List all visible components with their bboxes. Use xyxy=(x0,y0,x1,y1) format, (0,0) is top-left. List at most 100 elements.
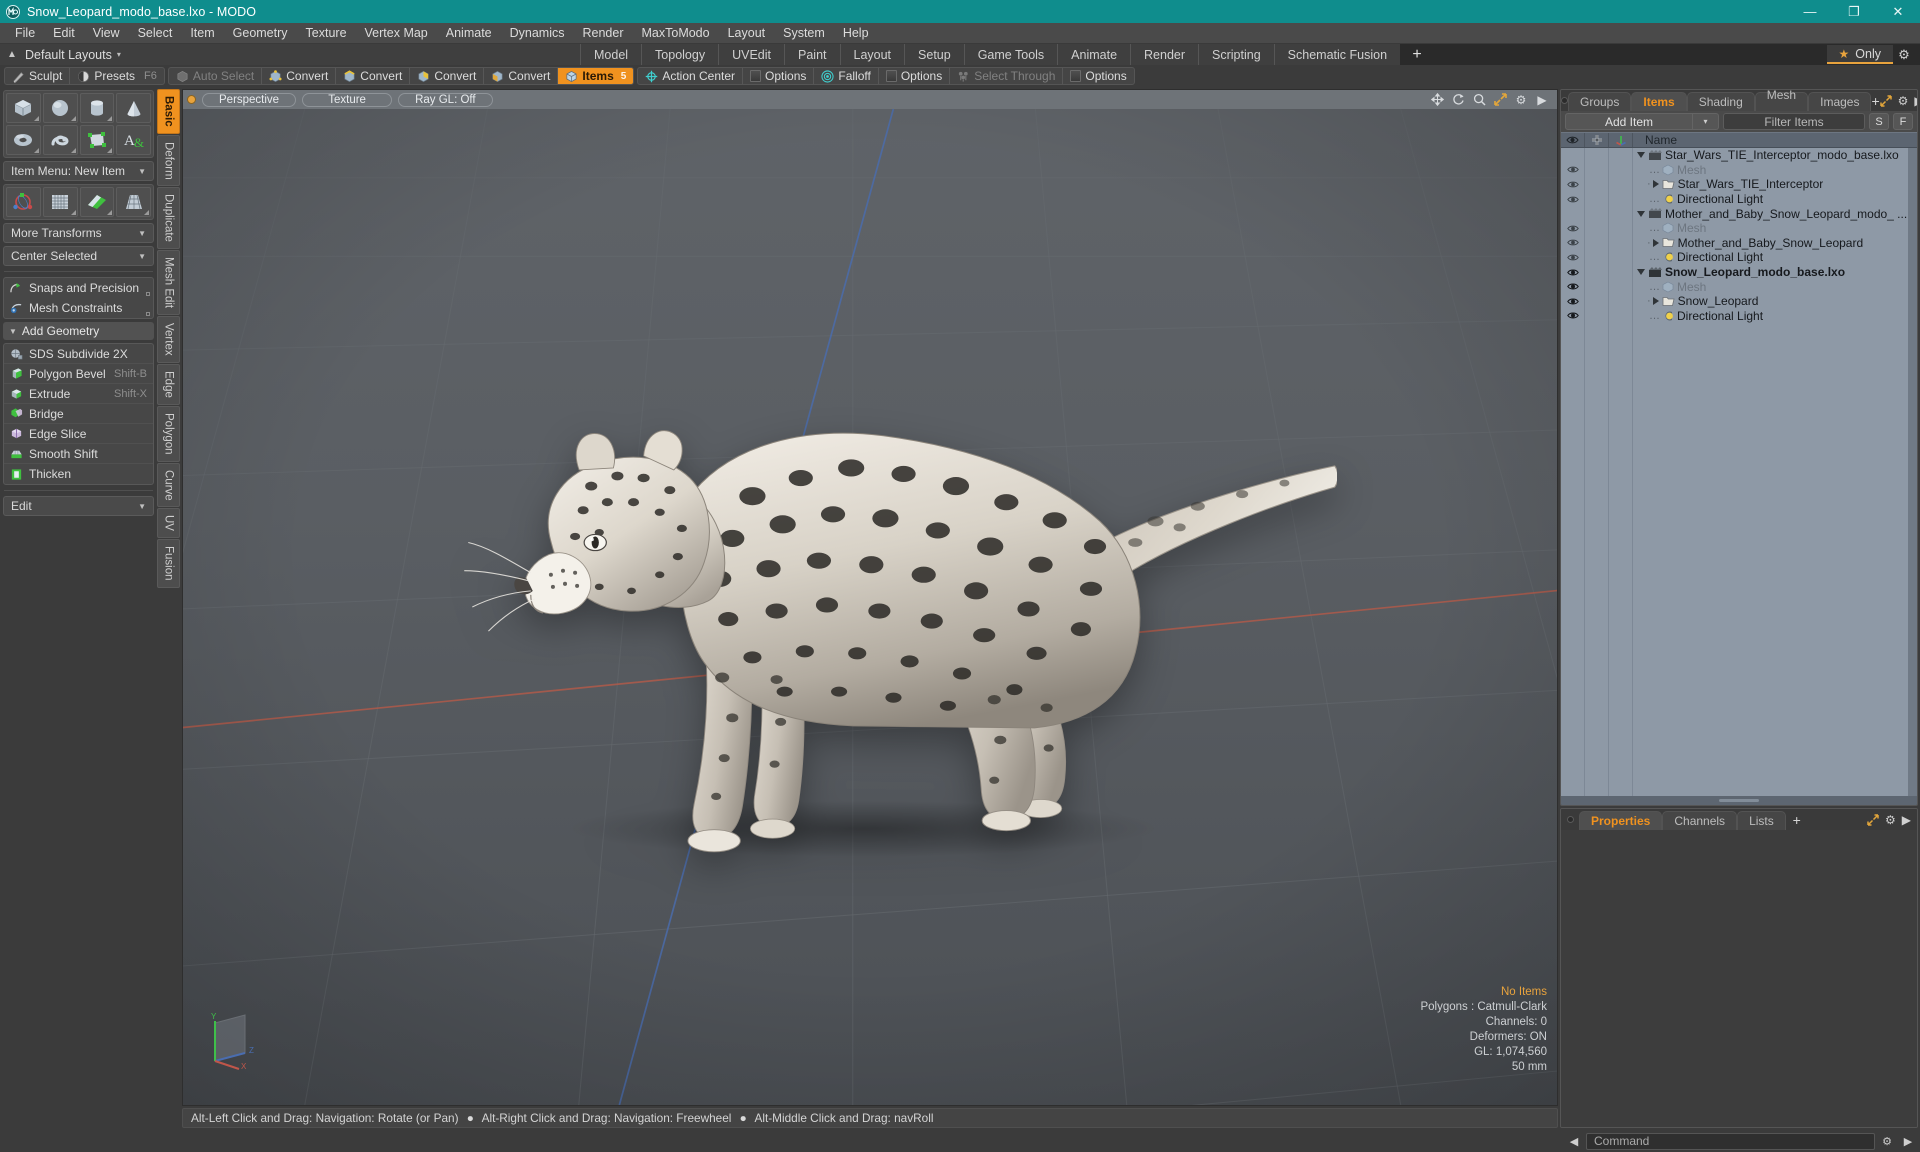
column-axis-icon[interactable] xyxy=(1609,133,1633,147)
menu-render[interactable]: Render xyxy=(574,23,633,43)
smooth-shift-button[interactable]: Smooth Shift xyxy=(4,444,153,464)
vtab-curve[interactable]: Curve xyxy=(157,462,180,508)
gear-icon[interactable]: ⚙ xyxy=(1885,813,1896,827)
table-row[interactable]: … Mesh xyxy=(1561,163,1917,178)
tab-layout[interactable]: Layout xyxy=(839,44,905,65)
add-layout-tab-button[interactable]: + xyxy=(1400,44,1435,65)
chevron-right-icon[interactable]: ▶ xyxy=(1535,93,1549,107)
table-row[interactable]: … Mesh xyxy=(1561,279,1917,294)
vtab-polygon[interactable]: Polygon xyxy=(157,405,180,462)
bend-tool[interactable] xyxy=(42,187,78,217)
expand-icon[interactable] xyxy=(1879,94,1892,107)
items-mode-button[interactable]: Items 5 xyxy=(558,68,634,84)
tab-properties[interactable]: Properties xyxy=(1579,811,1663,830)
layout-up-arrow-icon[interactable]: ▲ xyxy=(5,48,19,62)
options-marker[interactable] xyxy=(146,292,150,296)
tab-images[interactable]: Images xyxy=(1808,92,1872,111)
vtab-vertex[interactable]: Vertex xyxy=(157,316,180,364)
thicken-button[interactable]: Thicken xyxy=(4,464,153,484)
move-icon[interactable] xyxy=(1430,93,1444,107)
more-transforms-dropdown[interactable]: More Transforms ▼ xyxy=(3,223,154,243)
table-row[interactable]: Mother_and_Baby_Snow_Leopard_modo_ ... xyxy=(1561,206,1917,221)
sds-subdivide-button[interactable]: SDS Subdivide 2X xyxy=(4,344,153,364)
falloff-button[interactable]: Falloff xyxy=(814,68,879,84)
shading-mode-dropdown[interactable]: Texture xyxy=(302,92,393,107)
filter-items-input[interactable]: Filter Items xyxy=(1723,113,1865,130)
mesh-constraints-button[interactable]: Mesh Constraints xyxy=(4,298,153,318)
column-visibility-icon[interactable] xyxy=(1561,133,1585,147)
gear-icon[interactable]: ⚙ xyxy=(1514,93,1528,107)
tab-topology[interactable]: Topology xyxy=(641,44,719,65)
menu-view[interactable]: View xyxy=(84,23,129,43)
only-toggle-button[interactable]: ★ Only xyxy=(1826,45,1893,64)
default-layouts-dropdown[interactable]: Default Layouts ▾ xyxy=(19,48,127,62)
tab-game-tools[interactable]: Game Tools xyxy=(963,44,1058,65)
action-center-button[interactable]: Action Center xyxy=(638,68,744,84)
cube-tool[interactable] xyxy=(6,93,41,123)
extrude-button[interactable]: Extrude Shift-X xyxy=(4,384,153,404)
gear-icon[interactable]: ⚙ xyxy=(1898,94,1909,108)
table-row[interactable]: Snow_Leopard_modo_base.lxo xyxy=(1561,265,1917,280)
rotate-icon[interactable] xyxy=(1451,93,1465,107)
expand-icon[interactable] xyxy=(1867,813,1879,826)
tab-groups[interactable]: Groups xyxy=(1568,92,1632,111)
tab-lists[interactable]: Lists xyxy=(1737,811,1786,830)
menu-item[interactable]: Item xyxy=(181,23,223,43)
action-center-options-button[interactable]: Options xyxy=(743,68,815,84)
chevron-right-icon[interactable] xyxy=(1652,180,1659,189)
vtab-basic[interactable]: Basic xyxy=(157,89,180,134)
add-geometry-header[interactable]: ▼ Add Geometry xyxy=(3,322,154,340)
bridge-button[interactable]: Bridge xyxy=(4,404,153,424)
chevron-left-icon[interactable]: ◀ xyxy=(1565,1133,1583,1150)
table-row[interactable]: … Directional Light xyxy=(1561,309,1917,324)
tab-paint[interactable]: Paint xyxy=(784,44,840,65)
maximize-button[interactable]: ❐ xyxy=(1832,0,1876,23)
select-through-button[interactable]: Select Through xyxy=(950,68,1064,84)
table-row[interactable]: … Directional Light xyxy=(1561,192,1917,207)
viewport-canvas[interactable]: No Items Polygons : Catmull-Clark Channe… xyxy=(183,109,1557,1105)
chevron-down-icon[interactable] xyxy=(1637,210,1645,217)
falloff-options-button[interactable]: Options xyxy=(879,68,951,84)
polygon-bevel-button[interactable]: Polygon Bevel Shift-B xyxy=(4,364,153,384)
menu-select[interactable]: Select xyxy=(129,23,182,43)
transform-gizmo-tool[interactable] xyxy=(6,187,41,217)
table-row[interactable]: · Star_Wars_TIE_Interceptor xyxy=(1561,177,1917,192)
view-mode-dropdown[interactable]: Perspective xyxy=(202,92,297,107)
raygl-toggle[interactable]: Ray GL: Off xyxy=(398,92,493,107)
options-marker[interactable] xyxy=(146,312,150,316)
table-row[interactable]: Star_Wars_TIE_Interceptor_modo_base.lxo xyxy=(1561,148,1917,163)
chevron-right-icon[interactable]: ▶ xyxy=(1899,1133,1917,1150)
edge-slice-button[interactable]: Edge Slice xyxy=(4,424,153,444)
fit-icon[interactable] xyxy=(1493,93,1507,107)
torus-tool[interactable] xyxy=(6,125,41,155)
tree-scrollbar[interactable] xyxy=(1908,148,1917,796)
command-input[interactable]: Command xyxy=(1586,1132,1875,1150)
minimize-button[interactable]: — xyxy=(1788,0,1832,23)
tab-setup[interactable]: Setup xyxy=(904,44,964,65)
menu-file[interactable]: File xyxy=(6,23,44,43)
tab-channels[interactable]: Channels xyxy=(1662,811,1738,830)
tab-shading[interactable]: Shading xyxy=(1686,92,1755,111)
text-tool[interactable]: A & xyxy=(116,125,151,155)
eye-icon[interactable] xyxy=(1561,224,1585,233)
viewport-3d[interactable]: Perspective Texture Ray GL: Off ⚙ ▶ No I… xyxy=(182,89,1558,1106)
chevron-right-icon[interactable]: ▶ xyxy=(1914,94,1917,108)
sculpt-button[interactable]: Sculpt xyxy=(5,68,71,84)
table-row[interactable]: … Mesh xyxy=(1561,221,1917,236)
cone-tool[interactable] xyxy=(116,93,151,123)
select-through-options-button[interactable]: Options xyxy=(1063,68,1133,84)
vtab-uv[interactable]: UV xyxy=(157,508,180,539)
cylinder-tool[interactable] xyxy=(79,93,115,123)
edit-dropdown[interactable]: Edit ▼ xyxy=(3,496,154,516)
vtab-fusion[interactable]: Fusion xyxy=(157,539,180,588)
table-row[interactable]: · Snow_Leopard xyxy=(1561,294,1917,309)
eye-icon[interactable] xyxy=(1561,253,1585,262)
spiral-tool[interactable] xyxy=(42,125,78,155)
convert-polygon-button[interactable]: Convert xyxy=(410,68,485,84)
tab-scripting[interactable]: Scripting xyxy=(1198,44,1274,65)
snow-leopard-3d-model[interactable] xyxy=(430,298,1338,876)
table-row[interactable]: · Mother_and_Baby_Snow_Leopard xyxy=(1561,236,1917,251)
items-tree[interactable]: Star_Wars_TIE_Interceptor_modo_base.lxo … xyxy=(1561,148,1917,796)
tab-render[interactable]: Render xyxy=(1130,44,1199,65)
vtab-deform[interactable]: Deform xyxy=(157,134,180,187)
